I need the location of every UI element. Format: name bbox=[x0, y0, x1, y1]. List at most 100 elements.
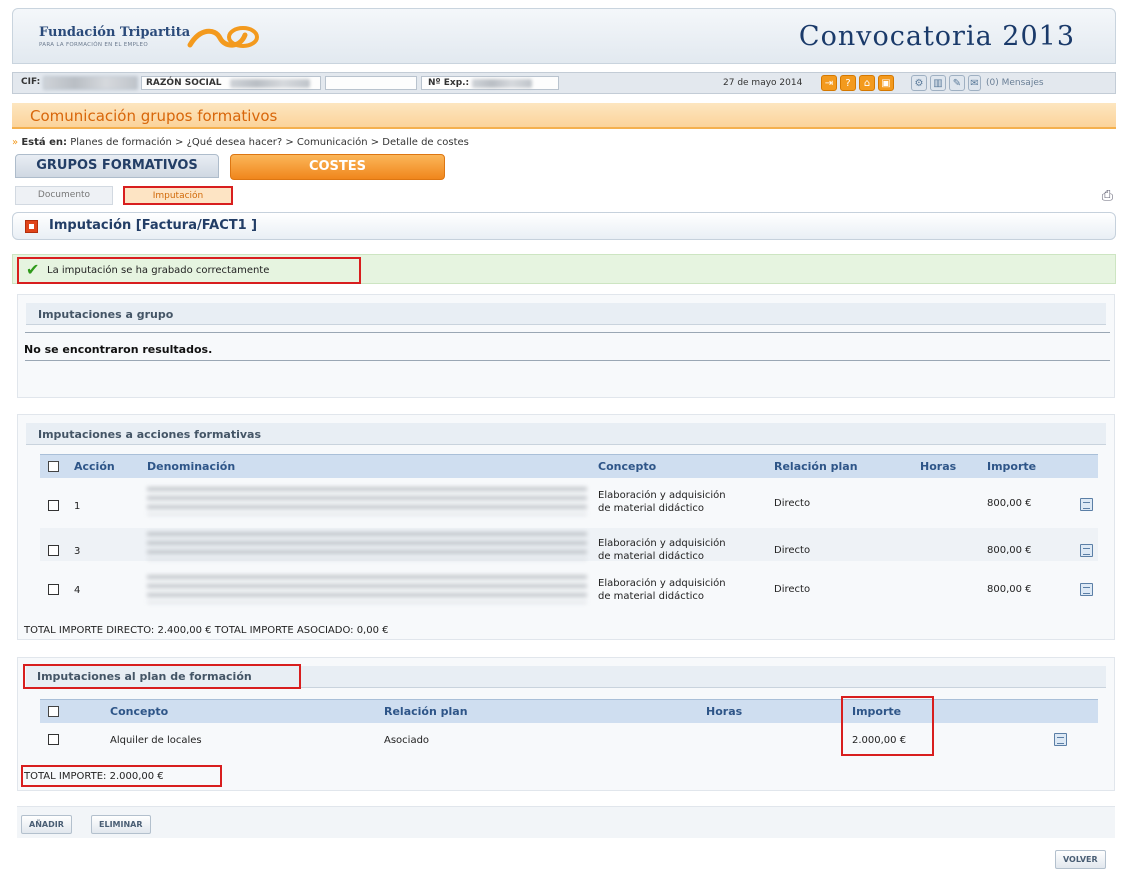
help-icon[interactable]: ? bbox=[840, 75, 856, 91]
edit-icon[interactable]: ✎ bbox=[949, 75, 965, 91]
importe-highlight bbox=[841, 696, 934, 756]
back-button[interactable]: VOLVER bbox=[1055, 850, 1106, 869]
razon-social-label: RAZÓN SOCIAL bbox=[146, 78, 222, 88]
table-row: 3 Elaboración y adquisición de material … bbox=[40, 528, 1098, 562]
table-row: 1 Elaboración y adquisición de material … bbox=[40, 479, 1098, 515]
detail-document-icon[interactable] bbox=[1080, 583, 1093, 596]
checkmark-icon: ✔ bbox=[26, 260, 40, 279]
page-title: Comunicación grupos formativos bbox=[30, 107, 278, 125]
info-bar: CIF: RAZÓN SOCIAL Nº Exp.: 27 de mayo 20… bbox=[12, 72, 1116, 94]
plan-title-highlight bbox=[23, 664, 301, 689]
cif-label: CIF: bbox=[21, 77, 41, 87]
expediente-value bbox=[472, 79, 532, 88]
cell-accion: 3 bbox=[74, 546, 81, 557]
cell-concepto-line1: Elaboración y adquisición bbox=[598, 490, 726, 501]
col-relacion-plan[interactable]: Relación plan bbox=[774, 460, 858, 473]
col-importe[interactable]: Importe bbox=[987, 460, 1036, 473]
panel-grupo-header: Imputaciones a grupo bbox=[26, 303, 1106, 325]
divider bbox=[25, 360, 1110, 361]
collapse-icon[interactable] bbox=[25, 220, 38, 233]
mail-icon[interactable]: ✉ bbox=[968, 75, 981, 91]
table-row: Alquiler de locales Asociado 2.000,00 € bbox=[40, 726, 1098, 752]
cell-accion: 1 bbox=[74, 501, 81, 512]
col-concepto[interactable]: Concepto bbox=[110, 705, 168, 718]
table-row: 4 Elaboración y adquisición de material … bbox=[40, 573, 1098, 606]
brand-name: Fundación Tripartita bbox=[39, 25, 191, 40]
acciones-table-header: Acción Denominación Concepto Relación pl… bbox=[40, 454, 1098, 478]
add-button[interactable]: AÑADIR bbox=[21, 815, 72, 834]
detail-document-icon[interactable] bbox=[1054, 733, 1067, 746]
breadcrumb-path[interactable]: Planes de formación > ¿Qué desea hacer? … bbox=[70, 137, 469, 148]
tab-grupos-formativos[interactable]: GRUPOS FORMATIVOS bbox=[15, 154, 219, 178]
col-horas[interactable]: Horas bbox=[920, 460, 956, 473]
col-relacion-plan[interactable]: Relación plan bbox=[384, 705, 468, 718]
convocatoria-title: Convocatoria 2013 bbox=[798, 21, 1075, 52]
home-icon[interactable]: ⌂ bbox=[859, 75, 875, 91]
detail-document-icon[interactable] bbox=[1080, 544, 1093, 557]
cell-concepto-line2: de material didáctico bbox=[598, 591, 705, 602]
razon-social-value bbox=[230, 79, 310, 88]
cell-importe: 800,00 € bbox=[987, 584, 1032, 595]
cell-relacion: Directo bbox=[774, 498, 811, 509]
window-icon[interactable]: ▣ bbox=[878, 75, 894, 91]
row-checkbox[interactable] bbox=[48, 734, 59, 745]
col-concepto[interactable]: Concepto bbox=[598, 460, 656, 473]
row-checkbox[interactable] bbox=[48, 584, 59, 595]
col-horas[interactable]: Horas bbox=[706, 705, 742, 718]
exit-icon[interactable]: ⇥ bbox=[821, 75, 837, 91]
cell-concepto-line2: de material didáctico bbox=[598, 503, 705, 514]
razon-social-field: RAZÓN SOCIAL bbox=[141, 76, 321, 90]
site-header: Fundación Tripartita PARA LA FORMACIÓN E… bbox=[12, 8, 1116, 64]
breadcrumb-arrow-icon: » bbox=[12, 137, 19, 148]
print-icon[interactable]: ⎙ bbox=[1102, 188, 1113, 204]
expediente-label: Nº Exp.: bbox=[428, 78, 470, 88]
section-header: Imputación [Factura/FACT1 ] bbox=[12, 212, 1116, 240]
plan-table-header: Concepto Relación plan Horas Importe bbox=[40, 699, 1098, 723]
select-all-checkbox[interactable] bbox=[48, 706, 59, 717]
action-bar: AÑADIR ELIMINAR bbox=[17, 806, 1115, 838]
divider bbox=[25, 332, 1110, 333]
success-message: La imputación se ha grabado correctament… bbox=[47, 265, 270, 276]
page-title-bar: Comunicación grupos formativos bbox=[12, 103, 1116, 129]
expediente-field: Nº Exp.: bbox=[421, 76, 559, 90]
panel-acciones-header: Imputaciones a acciones formativas bbox=[26, 423, 1106, 445]
brand-subtitle: PARA LA FORMACIÓN EN EL EMPLEO bbox=[39, 42, 148, 48]
panel-grupo-title: Imputaciones a grupo bbox=[38, 308, 174, 321]
delete-button[interactable]: ELIMINAR bbox=[91, 815, 151, 834]
acciones-totals: TOTAL IMPORTE DIRECTO: 2.400,00 € TOTAL … bbox=[24, 625, 389, 636]
cell-concepto-line1: Elaboración y adquisición bbox=[598, 538, 726, 549]
cell-importe: 800,00 € bbox=[987, 545, 1032, 556]
col-denominacion[interactable]: Denominación bbox=[147, 460, 235, 473]
subtab-imputacion[interactable]: Imputación bbox=[123, 186, 233, 205]
blank-field bbox=[325, 76, 417, 90]
brand-logo-icon bbox=[187, 26, 259, 48]
messages-link[interactable]: (0) Mensajes bbox=[986, 78, 1044, 88]
current-date: 27 de mayo 2014 bbox=[723, 78, 803, 88]
col-accion[interactable]: Acción bbox=[74, 460, 115, 473]
cif-value bbox=[43, 76, 138, 90]
section-title: Imputación [Factura/FACT1 ] bbox=[49, 218, 258, 233]
chart-icon[interactable]: ▥ bbox=[930, 75, 946, 91]
cell-denominacion-redacted bbox=[147, 487, 587, 515]
subtab-documento[interactable]: Documento bbox=[15, 186, 113, 205]
panel-imputaciones-acciones: Imputaciones a acciones formativas bbox=[17, 414, 1115, 640]
tab-costes[interactable]: COSTES bbox=[230, 154, 445, 180]
panel-acciones-title: Imputaciones a acciones formativas bbox=[38, 428, 261, 441]
cell-relacion: Asociado bbox=[384, 735, 430, 746]
plan-totals-highlight bbox=[21, 765, 222, 787]
cell-accion: 4 bbox=[74, 585, 81, 596]
cell-concepto: Alquiler de locales bbox=[110, 735, 202, 746]
cell-importe: 800,00 € bbox=[987, 498, 1032, 509]
select-all-checkbox[interactable] bbox=[48, 461, 59, 472]
detail-document-icon[interactable] bbox=[1080, 498, 1093, 511]
no-results-text: No se encontraron resultados. bbox=[24, 343, 213, 356]
cell-concepto-line1: Elaboración y adquisición bbox=[598, 578, 726, 589]
cell-denominacion-redacted bbox=[147, 575, 587, 603]
breadcrumb: » Está en: Planes de formación > ¿Qué de… bbox=[12, 137, 469, 148]
cell-relacion: Directo bbox=[774, 584, 811, 595]
row-checkbox[interactable] bbox=[48, 545, 59, 556]
cell-relacion: Directo bbox=[774, 545, 811, 556]
breadcrumb-prefix: Está en: bbox=[21, 137, 68, 148]
row-checkbox[interactable] bbox=[48, 500, 59, 511]
tools-icon[interactable]: ⚙ bbox=[911, 75, 927, 91]
